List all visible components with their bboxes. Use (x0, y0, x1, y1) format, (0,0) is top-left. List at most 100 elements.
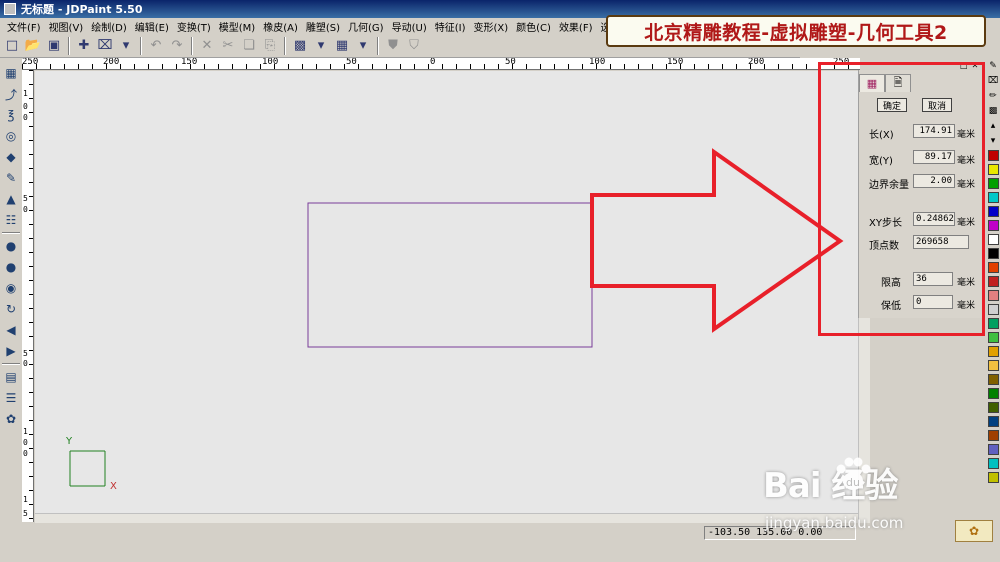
workpiece-rectangle[interactable] (307, 202, 593, 348)
color-swatch[interactable] (987, 206, 999, 217)
ring-icon[interactable]: ◎ (2, 127, 20, 145)
menu-guide[interactable]: 导动(U) (388, 19, 431, 34)
ruler-label: 1 (23, 495, 28, 504)
xy-step-input[interactable]: 0.24862 (913, 212, 955, 226)
margin-input[interactable]: 2.00 (913, 174, 955, 188)
color-swatch[interactable] (987, 402, 999, 413)
field-row-max-height: 限高 36 毫米 (859, 272, 985, 289)
menu-draw[interactable]: 绘制(D) (87, 19, 131, 34)
dropdown-arrow-icon[interactable]: ▾ (354, 37, 372, 55)
color-swatch[interactable] (987, 248, 999, 259)
color-swatch[interactable] (987, 178, 999, 189)
color-swatch[interactable] (987, 276, 999, 287)
text-tool-icon[interactable]: ℥ (2, 106, 20, 124)
paste-icon[interactable]: ⎘ (261, 37, 279, 55)
color-swatch[interactable] (987, 444, 999, 455)
color-swatch[interactable] (987, 360, 999, 371)
max-height-input[interactable]: 36 (913, 272, 953, 286)
eraser-icon[interactable]: ◆ (2, 148, 20, 166)
min-height-input[interactable]: 0 (913, 295, 953, 309)
menu-effect[interactable]: 效果(F) (555, 19, 597, 34)
eyedropper-icon[interactable]: ✏ (987, 90, 999, 102)
no-color-icon[interactable]: ⌧ (987, 75, 999, 87)
ok-button[interactable]: 确定 (877, 98, 907, 112)
color-swatch[interactable] (987, 346, 999, 357)
menu-sculpt[interactable]: 雕塑(S) (302, 19, 344, 34)
pencil-icon[interactable]: ✎ (987, 60, 999, 72)
save-icon[interactable]: ▣ (45, 37, 63, 55)
delete-icon[interactable]: ✕ (198, 37, 216, 55)
bulb-green-icon[interactable]: ● (2, 258, 20, 276)
ruler-label: 200 (103, 58, 120, 67)
width-input[interactable]: 89.17 (913, 150, 955, 164)
color-swatch[interactable] (987, 388, 999, 399)
color-swatch[interactable] (987, 430, 999, 441)
color-swatch[interactable] (987, 164, 999, 175)
menu-feature[interactable]: 特征(I) (431, 19, 470, 34)
dropdown-arrow-icon[interactable]: ▾ (312, 37, 330, 55)
ruler-label: 1 (23, 427, 28, 436)
cube-view-icon[interactable]: ▩ (291, 37, 309, 55)
ruler-label: 150 (181, 58, 198, 67)
bulb-icon[interactable]: ● (2, 237, 20, 255)
scroll-down-icon[interactable]: ▾ (987, 135, 999, 147)
arrow-right-icon[interactable]: ▶ (2, 342, 20, 360)
color-swatch[interactable] (987, 472, 999, 483)
color-swatch[interactable] (987, 192, 999, 203)
cut-icon[interactable]: ✂ (219, 37, 237, 55)
tab-document[interactable]: 🗎 (885, 74, 911, 92)
crosshair-icon[interactable]: ✚ (75, 37, 93, 55)
color-swatch[interactable] (987, 458, 999, 469)
flower-icon[interactable]: ✿ (2, 410, 20, 428)
list-icon[interactable]: ☰ (2, 389, 20, 407)
redo-icon[interactable]: ↷ (168, 37, 186, 55)
restore-icon[interactable]: □ (960, 61, 968, 70)
shield-filled-icon[interactable]: ⛉ (405, 37, 423, 55)
color-swatch[interactable] (987, 304, 999, 315)
bulb-multi-icon[interactable]: ◉ (2, 279, 20, 297)
measure-icon[interactable]: ☷ (2, 211, 20, 229)
menu-view[interactable]: 视图(V) (45, 19, 88, 34)
tab-geometry[interactable]: ▦ (859, 74, 885, 92)
horizontal-scrollbar[interactable] (35, 513, 858, 523)
layers-icon[interactable]: ▤ (2, 368, 20, 386)
color-swatch[interactable] (987, 374, 999, 385)
new-file-icon[interactable]: □ (3, 37, 21, 55)
length-input[interactable]: 174.91 (913, 124, 955, 138)
menu-color[interactable]: 颜色(C) (512, 19, 555, 34)
tree-icon[interactable]: ▲ (2, 190, 20, 208)
menu-transform[interactable]: 变换(T) (173, 19, 215, 34)
color-swatch[interactable] (987, 318, 999, 329)
color-swatch[interactable] (987, 332, 999, 343)
menu-eraser[interactable]: 橡皮(A) (259, 19, 302, 34)
color-swatch[interactable] (987, 416, 999, 427)
brush-icon[interactable]: ✎ (2, 169, 20, 187)
node-tool-icon: ▦ (866, 77, 878, 90)
menu-deform[interactable]: 变形(X) (469, 19, 512, 34)
menu-geometry[interactable]: 几何(G) (344, 19, 388, 34)
menu-model[interactable]: 模型(M) (215, 19, 259, 34)
undo-icon[interactable]: ↶ (147, 37, 165, 55)
close-icon[interactable]: ✕ (972, 61, 979, 70)
shield-icon[interactable]: ⛊ (384, 37, 402, 55)
drawing-canvas[interactable]: X Y (35, 71, 858, 513)
arrow-left-icon[interactable]: ◀ (2, 321, 20, 339)
color-swatch[interactable] (987, 290, 999, 301)
menu-file[interactable]: 文件(F) (3, 19, 45, 34)
color-swatch[interactable] (987, 234, 999, 245)
cancel-button[interactable]: 取消 (922, 98, 952, 112)
polyline-icon[interactable]: ⤴ (2, 85, 20, 103)
select-node-icon[interactable]: ▦ (2, 64, 20, 82)
color-swatch[interactable] (987, 262, 999, 273)
menu-edit[interactable]: 编辑(E) (131, 19, 173, 34)
copy-icon[interactable]: ❏ (240, 37, 258, 55)
dropdown-arrow-icon[interactable]: ▾ (117, 37, 135, 55)
color-swatch[interactable] (987, 220, 999, 231)
scroll-up-icon[interactable]: ▴ (987, 120, 999, 132)
pattern-icon[interactable]: ▩ (987, 105, 999, 117)
color-swatch[interactable] (987, 150, 999, 161)
cycle-icon[interactable]: ↻ (2, 300, 20, 318)
box-select-icon[interactable]: ⌧ (96, 37, 114, 55)
open-folder-icon[interactable]: 📂 (24, 37, 42, 55)
wireframe-cube-icon[interactable]: ▦ (333, 37, 351, 55)
